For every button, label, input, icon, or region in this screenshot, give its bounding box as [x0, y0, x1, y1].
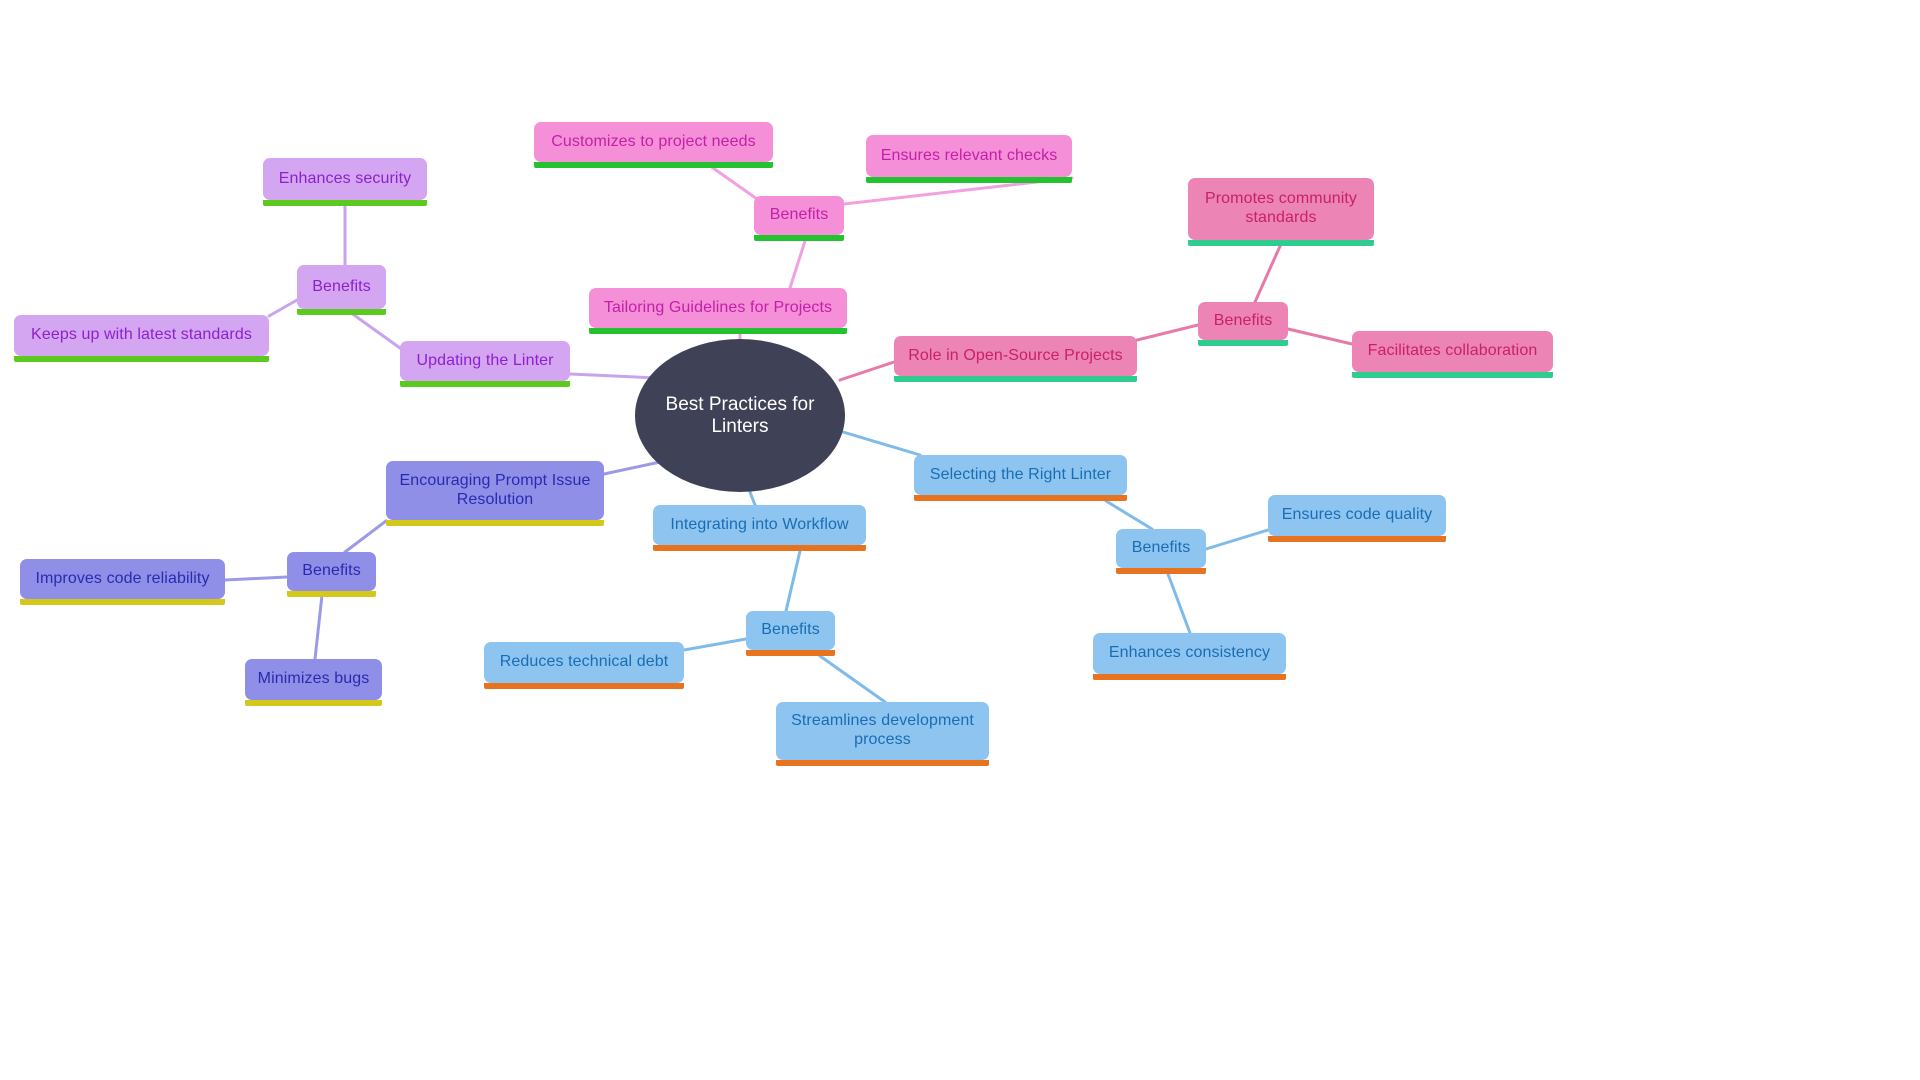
- node-label-benefits-encouraging: Benefits: [302, 562, 361, 580]
- node-label-minimizes-bugs: Minimizes bugs: [257, 670, 370, 688]
- node-label-role-open-source: Role in Open-Source Projects: [908, 346, 1123, 364]
- node-label-ensures-code-quality: Ensures code quality: [1281, 506, 1433, 524]
- node-label-improves-code-reliability: Improves code reliability: [35, 569, 210, 587]
- node-improves-code-reliability[interactable]: Improves code reliability: [20, 559, 225, 605]
- node-label-benefits-selecting: Benefits: [1131, 539, 1191, 557]
- edge-encouraging-prompt-issue-to-benefits-encouraging: [343, 519, 388, 554]
- mindmap-canvas: Enhances security Benefits Keeps up with l…: [0, 0, 1920, 1080]
- node-integrating-workflow[interactable]: Integrating into Workflow: [653, 505, 866, 551]
- node-label-customizes-project-needs: Customizes to project needs: [551, 132, 756, 150]
- edge-role-open-source-to-benefits-opensource: [1135, 323, 1200, 342]
- node-label-benefits-tailoring: Benefits: [769, 206, 829, 224]
- node-label-integrating-workflow: Integrating into Workflow: [670, 515, 849, 533]
- node-benefits-integrating[interactable]: Benefits: [746, 611, 835, 656]
- node-label-promotes-community-standards: Promotes community standards: [1204, 190, 1358, 226]
- node-label-encouraging-prompt-issue: Encouraging Prompt Issue Resolution: [399, 471, 591, 508]
- edge-tailoring-guidelines-to-benefits-tailoring: [788, 239, 807, 290]
- node-label-benefits-integrating: Benefits: [761, 621, 820, 639]
- edge-benefits-integrating-to-streamlines-development: [818, 654, 887, 704]
- node-label-updating-the-linter: Updating the Linter: [416, 351, 554, 369]
- node-label-keeps-up-standards: Keeps up with latest standards: [31, 326, 252, 344]
- node-encouraging-prompt-issue[interactable]: Encouraging Prompt Issue Resolution: [386, 461, 604, 526]
- edge-integrating-workflow-to-benefits-integrating: [784, 549, 802, 613]
- node-minimizes-bugs[interactable]: Minimizes bugs: [245, 659, 382, 706]
- node-reduces-technical-debt[interactable]: Reduces technical debt: [484, 642, 684, 689]
- edge-benefits-encouraging-to-minimizes-bugs: [313, 593, 324, 661]
- node-label-reduces-technical-debt: Reduces technical debt: [499, 653, 669, 671]
- node-label-benefits-updating: Benefits: [312, 277, 371, 295]
- node-role-open-source[interactable]: Role in Open-Source Projects: [894, 336, 1137, 382]
- node-updating-the-linter[interactable]: Updating the Linter: [400, 341, 570, 387]
- edge-benefits-integrating-to-reduces-technical-debt: [682, 637, 748, 652]
- node-label-enhances-consistency: Enhances consistency: [1108, 644, 1271, 662]
- edge-benefits-updating-to-keeps-up-standards: [267, 298, 299, 318]
- node-facilitates-collaboration[interactable]: Facilitates collaboration: [1352, 331, 1553, 378]
- node-enhances-security[interactable]: Enhances security: [263, 158, 427, 206]
- node-keeps-up-standards[interactable]: Keeps up with latest standards: [14, 315, 269, 362]
- edge-central-to-selecting-right-linter: [841, 430, 922, 457]
- edge-updating-the-linter-to-benefits-updating: [345, 308, 402, 350]
- node-ensures-code-quality[interactable]: Ensures code quality: [1268, 495, 1446, 542]
- node-ensures-relevant-checks[interactable]: Ensures relevant checks: [866, 135, 1072, 183]
- node-label-selecting-right-linter: Selecting the Right Linter: [929, 465, 1112, 483]
- edge-benefits-selecting-to-enhances-consistency: [1166, 572, 1192, 635]
- edge-selecting-right-linter-to-benefits-selecting: [1104, 499, 1154, 531]
- edge-benefits-tailoring-to-customizes-project-needs: [704, 161, 759, 201]
- node-promotes-community-standards[interactable]: Promotes community standards: [1188, 178, 1374, 246]
- node-benefits-selecting[interactable]: Benefits: [1116, 529, 1206, 574]
- node-enhances-consistency[interactable]: Enhances consistency: [1093, 633, 1286, 680]
- central-node[interactable]: Best Practices for Linters: [635, 339, 845, 492]
- node-label-benefits-opensource: Benefits: [1213, 311, 1273, 329]
- node-benefits-tailoring[interactable]: Benefits: [754, 196, 844, 241]
- edge-benefits-selecting-to-ensures-code-quality: [1204, 528, 1270, 551]
- edge-benefits-encouraging-to-improves-code-reliability: [223, 575, 289, 582]
- edge-central-to-role-open-source: [838, 360, 896, 382]
- node-label-facilitates-collaboration: Facilitates collaboration: [1367, 342, 1538, 360]
- edge-benefits-opensource-to-facilitates-collaboration: [1286, 327, 1354, 346]
- node-label-tailoring-guidelines: Tailoring Guidelines for Projects: [603, 298, 833, 316]
- node-benefits-opensource[interactable]: Benefits: [1198, 302, 1288, 346]
- node-benefits-updating[interactable]: Benefits: [297, 265, 386, 315]
- node-streamlines-development[interactable]: Streamlines development process: [776, 702, 989, 766]
- node-label-enhances-security: Enhances security: [278, 169, 412, 187]
- node-label-streamlines-development: Streamlines development process: [791, 712, 974, 748]
- node-selecting-right-linter[interactable]: Selecting the Right Linter: [914, 455, 1127, 501]
- edge-central-to-integrating-workflow: [748, 490, 757, 507]
- central-node-label: Best Practices for Linters: [665, 393, 815, 437]
- node-customizes-project-needs[interactable]: Customizes to project needs: [534, 122, 773, 168]
- node-tailoring-guidelines[interactable]: Tailoring Guidelines for Projects: [589, 288, 847, 334]
- node-label-ensures-relevant-checks: Ensures relevant checks: [880, 146, 1058, 164]
- edge-benefits-opensource-to-promotes-community-standards: [1253, 242, 1283, 304]
- node-benefits-encouraging[interactable]: Benefits: [287, 552, 376, 597]
- edge-central-to-encouraging-prompt-issue: [602, 460, 662, 476]
